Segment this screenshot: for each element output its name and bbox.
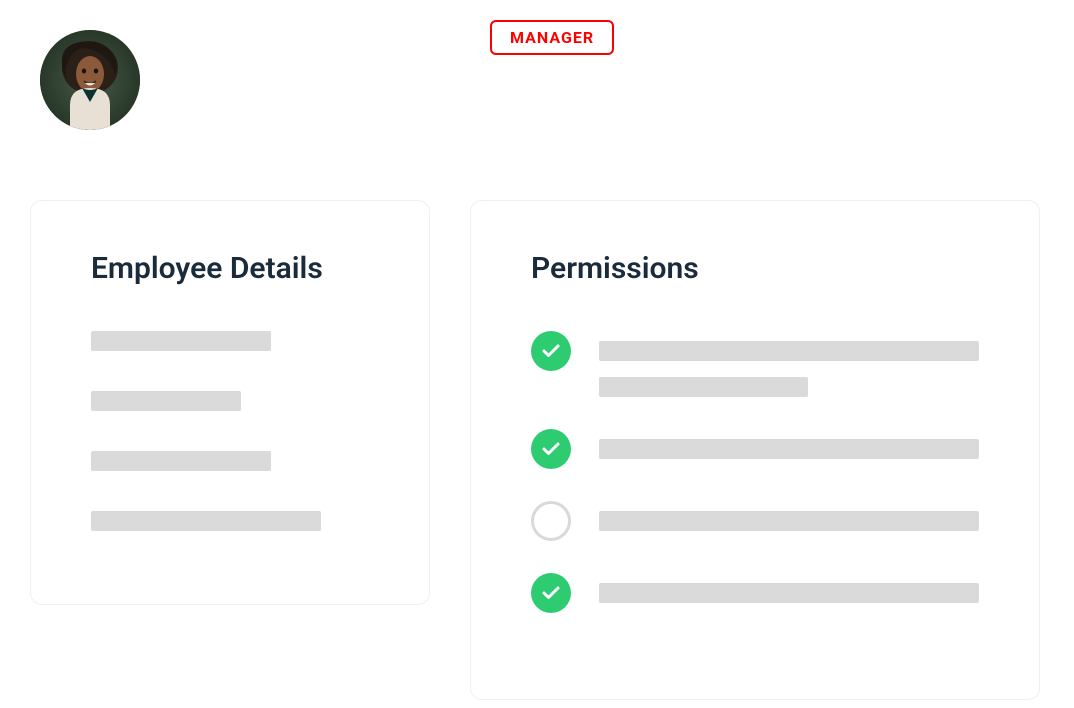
role-badge: MANAGER — [490, 20, 614, 55]
placeholder-line — [91, 391, 241, 411]
placeholder-line — [599, 439, 979, 459]
role-badge-label: MANAGER — [510, 28, 594, 47]
placeholder-line — [599, 511, 979, 531]
placeholder-line — [91, 331, 271, 351]
placeholder-line — [599, 341, 979, 361]
permissions-title: Permissions — [531, 251, 979, 286]
permissions-card: Permissions — [470, 200, 1040, 700]
employee-details-title: Employee Details — [91, 251, 369, 286]
permission-text-placeholder — [599, 331, 979, 397]
placeholder-line — [599, 583, 979, 603]
permission-text-placeholder — [599, 501, 979, 531]
unchecked-circle-icon — [531, 501, 571, 541]
employee-details-card: Employee Details — [30, 200, 430, 605]
permission-row — [531, 573, 979, 613]
check-icon — [531, 573, 571, 613]
permission-row — [531, 331, 979, 397]
placeholder-line — [91, 451, 271, 471]
check-icon — [531, 331, 571, 371]
permission-text-placeholder — [599, 573, 979, 603]
permission-text-placeholder — [599, 429, 979, 459]
permission-row — [531, 429, 979, 469]
check-icon — [531, 429, 571, 469]
permission-row — [531, 501, 979, 541]
placeholder-line — [599, 377, 808, 397]
placeholder-line — [91, 511, 321, 531]
avatar — [40, 30, 140, 130]
